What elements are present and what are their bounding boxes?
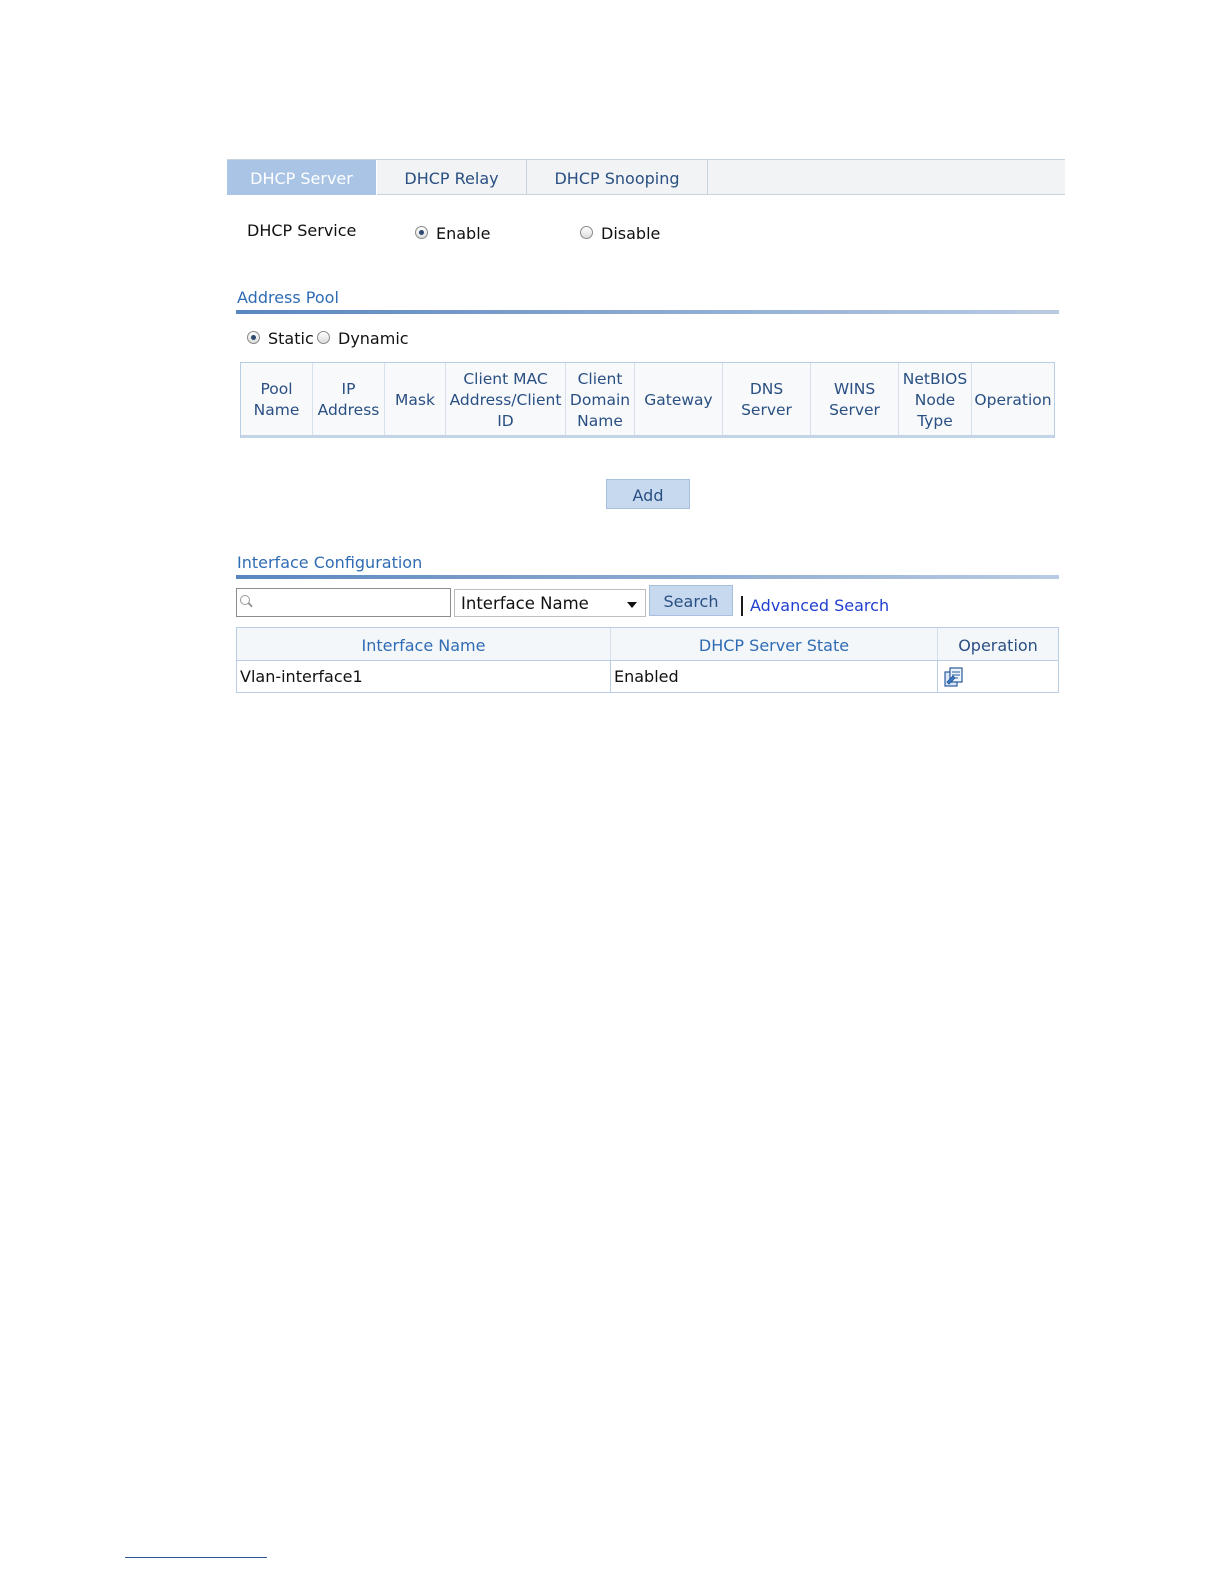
col-operation: Operation	[974, 390, 1052, 409]
add-button[interactable]: Add	[606, 479, 690, 509]
interface-config-divider	[236, 575, 1059, 579]
chevron-down-icon	[627, 602, 637, 608]
footnote-separator	[125, 1557, 267, 1558]
pool-dynamic-radio[interactable]	[317, 331, 330, 344]
col-netbios-node-type[interactable]: NetBIOS Node Type	[899, 363, 972, 437]
address-pool-table: Pool Name IP Address Mask Client MAC Add…	[240, 362, 1055, 438]
col-dhcp-server-state[interactable]: DHCP Server State	[611, 628, 938, 660]
search-button[interactable]: Search	[649, 585, 733, 616]
pool-static-radio[interactable]	[247, 331, 260, 344]
address-pool-divider	[236, 310, 1059, 314]
col-pool-name[interactable]: Pool Name	[241, 363, 313, 437]
dhcp-service-label: DHCP Service	[247, 221, 357, 240]
search-icon	[240, 595, 250, 605]
col-wins-server[interactable]: WINS Server	[811, 363, 899, 437]
tab-dhcp-relay[interactable]: DHCP Relay	[377, 160, 527, 195]
dhcp-enable-radio[interactable]	[415, 226, 428, 239]
col-dns-server[interactable]: DNS Server	[723, 363, 811, 437]
address-pool-title: Address Pool	[237, 288, 339, 307]
pool-dynamic-label: Dynamic	[338, 329, 409, 348]
tab-dhcp-snooping[interactable]: DHCP Snooping	[527, 160, 708, 195]
tab-bar: DHCP Server DHCP Relay DHCP Snooping	[227, 159, 1065, 195]
configure-icon[interactable]	[943, 666, 965, 688]
search-field[interactable]	[236, 588, 451, 617]
col-interface-name[interactable]: Interface Name	[237, 628, 611, 660]
search-input[interactable]	[257, 591, 449, 615]
col-interface-operation: Operation	[938, 628, 1058, 660]
search-field-select[interactable]: Interface Name	[454, 589, 646, 617]
search-divider	[741, 596, 743, 616]
pool-static-label: Static	[268, 329, 314, 348]
dhcp-enable-label: Enable	[436, 224, 491, 243]
dhcp-disable-radio[interactable]	[580, 226, 593, 239]
col-mask[interactable]: Mask	[385, 363, 446, 437]
dhcp-disable-label: Disable	[601, 224, 661, 243]
search-field-value: Interface Name	[461, 594, 589, 613]
table-row-interface: Vlan-interface1	[237, 660, 611, 692]
interface-table: Interface Name DHCP Server State Operati…	[236, 627, 1059, 693]
table-row-operation	[938, 660, 1058, 692]
advanced-search-link[interactable]: Advanced Search	[750, 596, 889, 615]
col-client-domain[interactable]: Client Domain Name	[566, 363, 635, 437]
pool-table-footer	[241, 435, 1054, 438]
table-row-state: Enabled	[611, 660, 938, 692]
col-client-mac[interactable]: Client MAC Address/Client ID	[446, 363, 566, 437]
tab-dhcp-server[interactable]: DHCP Server	[227, 160, 377, 195]
col-gateway[interactable]: Gateway	[635, 363, 723, 437]
col-ip-address[interactable]: IP Address	[313, 363, 385, 437]
interface-config-title: Interface Configuration	[237, 553, 423, 572]
